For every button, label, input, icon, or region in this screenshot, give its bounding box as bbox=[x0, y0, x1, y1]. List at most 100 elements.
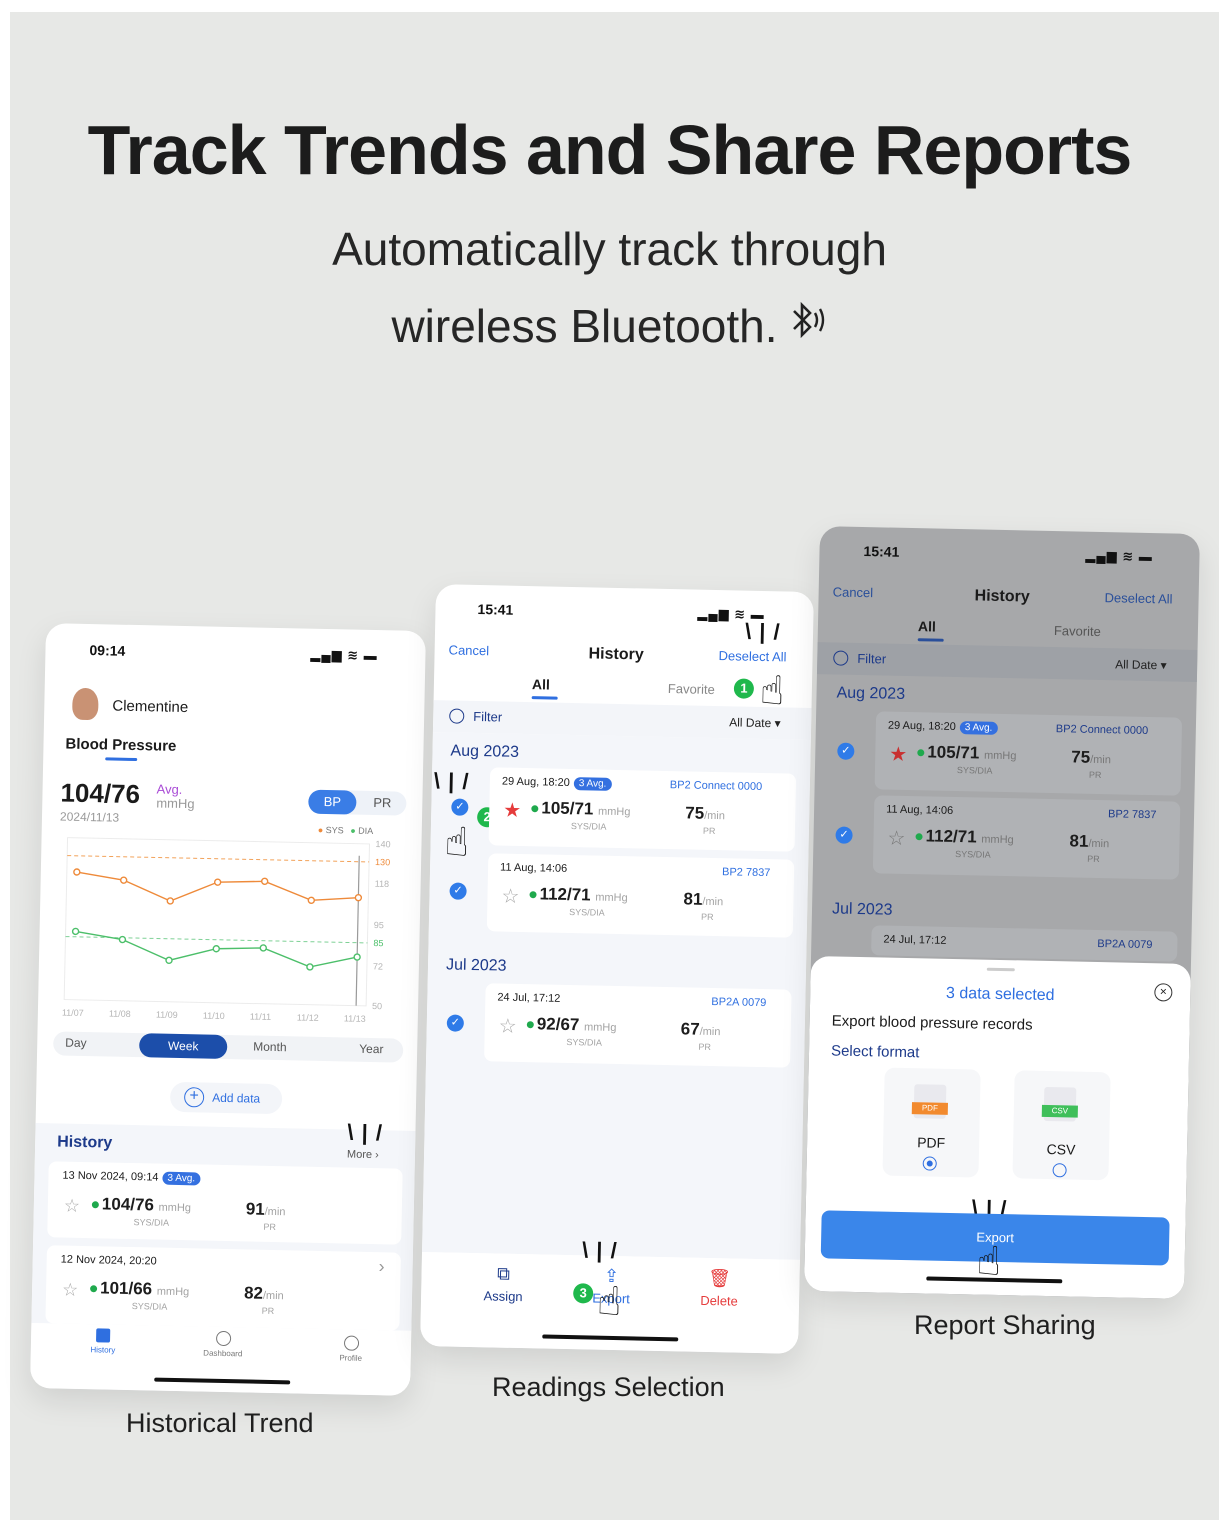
check-icon[interactable]: ✓ bbox=[835, 826, 853, 844]
subtitle-line-1: Automatically track through bbox=[332, 223, 887, 275]
user-name[interactable]: Clementine bbox=[112, 698, 188, 717]
star-filled-icon[interactable]: ★ bbox=[503, 798, 521, 823]
status-icons: ▂▄▆ ≋ ▬ bbox=[310, 646, 378, 664]
reference-line bbox=[67, 855, 370, 863]
add-data-button[interactable]: + Add data bbox=[169, 1081, 283, 1115]
status-time: 09:14 bbox=[89, 642, 126, 659]
range-selector[interactable]: Day Week Month Year bbox=[53, 1031, 404, 1063]
tab-dashboard[interactable]: Dashboard bbox=[193, 1330, 254, 1358]
bp-pr-toggle[interactable]: BP PR bbox=[308, 789, 407, 816]
record-pr: 81/min bbox=[1069, 831, 1110, 851]
record-time: 11 Aug, 14:06 bbox=[499, 861, 568, 875]
export-sheet: 3 data selected × Export blood pressure … bbox=[804, 956, 1191, 1299]
star-outline-icon[interactable]: ☆ bbox=[887, 826, 905, 851]
date-filter-label: All Date bbox=[729, 715, 772, 731]
record-time: 12 Nov 2024, 20:20 bbox=[60, 1253, 157, 1268]
deselect-all-button[interactable]: Deselect All bbox=[1104, 590, 1172, 606]
assign-button[interactable]: ⧉ Assign bbox=[473, 1263, 534, 1305]
tap-hand-icon: ☝ bbox=[759, 668, 785, 714]
cancel-button[interactable]: Cancel bbox=[448, 642, 489, 658]
tab-profile[interactable]: Profile bbox=[331, 1335, 372, 1363]
check-icon[interactable]: ✓ bbox=[837, 742, 855, 760]
reading-record[interactable]: 29 Aug, 18:20 3 Avg. BP2 Connect 0000 ★ 1… bbox=[488, 767, 797, 852]
compass-icon bbox=[215, 1330, 231, 1347]
star-outline-icon[interactable]: ☆ bbox=[64, 1196, 81, 1217]
record-bp-label: SYS/DIA bbox=[131, 1301, 168, 1312]
reading-record[interactable]: 24 Jul, 17:12 BP2A 0079 ☆ 92/67 mmHg SYS… bbox=[484, 983, 792, 1068]
tab-all-underline bbox=[531, 696, 558, 700]
star-outline-icon[interactable]: ☆ bbox=[62, 1280, 79, 1301]
chevron-right-icon[interactable]: › bbox=[378, 1256, 384, 1277]
filter-button[interactable]: Filter bbox=[857, 651, 886, 667]
filter-button[interactable]: Filter bbox=[473, 709, 502, 725]
more-link[interactable]: More › bbox=[347, 1149, 379, 1162]
tab-favorite[interactable]: Favorite bbox=[668, 681, 715, 697]
bp-unit: mmHg bbox=[156, 795, 195, 812]
range-day[interactable]: Day bbox=[65, 1036, 87, 1050]
tap-spark: \ | / bbox=[433, 768, 470, 794]
toggle-pr[interactable]: PR bbox=[358, 791, 406, 816]
assign-label: Assign bbox=[483, 1288, 523, 1305]
date-filter[interactable]: All Date ▾ bbox=[729, 715, 781, 730]
home-indicator bbox=[154, 1377, 291, 1385]
star-outline-icon[interactable]: ☆ bbox=[499, 1014, 517, 1039]
series-line-sys bbox=[76, 871, 359, 902]
filter-icon[interactable] bbox=[833, 650, 849, 666]
tab-favorite[interactable]: Favorite bbox=[1054, 623, 1101, 639]
record-bp-label: SYS/DIA bbox=[956, 765, 993, 776]
x-tick-label: 11/10 bbox=[203, 1010, 225, 1020]
x-tick-label: 11/12 bbox=[297, 1012, 319, 1022]
toggle-bp[interactable]: BP bbox=[308, 789, 357, 815]
format-option-csv[interactable]: CSV CSV bbox=[1012, 1070, 1111, 1181]
selected-count: 3 data selected bbox=[945, 984, 1055, 1005]
tab-history[interactable]: History bbox=[83, 1328, 124, 1355]
avatar[interactable] bbox=[72, 687, 99, 721]
tap-spark: \ | / bbox=[347, 1119, 384, 1146]
range-year[interactable]: Year bbox=[359, 1042, 384, 1057]
screen-title: History bbox=[974, 587, 1030, 606]
y-tick-label: 118 bbox=[375, 879, 390, 889]
history-icon bbox=[96, 1328, 111, 1343]
tab-all[interactable]: All bbox=[532, 676, 550, 692]
range-month[interactable]: Month bbox=[253, 1040, 287, 1055]
csv-radio[interactable] bbox=[1052, 1163, 1067, 1178]
month-heading: Jul 2023 bbox=[445, 956, 507, 975]
history-record[interactable]: 12 Nov 2024, 20:20 › ☆ 101/66 mmHg SYS/D… bbox=[45, 1245, 401, 1331]
record-bp: 101/66 mmHg bbox=[90, 1278, 190, 1300]
reading-record[interactable]: 24 Jul, 17:12 BP2A 0079 bbox=[871, 925, 1178, 962]
star-outline-icon[interactable]: ☆ bbox=[501, 884, 519, 909]
history-record[interactable]: 13 Nov 2024, 09:14 3 Avg. ☆ 104/76 mmHg S… bbox=[47, 1161, 403, 1245]
pdf-radio-selected[interactable] bbox=[922, 1156, 937, 1171]
avg-badge: 3 Avg. bbox=[162, 1171, 201, 1186]
record-bp-label: SYS/DIA bbox=[133, 1217, 170, 1228]
status-time: 15:41 bbox=[477, 601, 514, 618]
caption-readings-selection: Readings Selection bbox=[492, 1372, 725, 1402]
cancel-button[interactable]: Cancel bbox=[833, 584, 874, 600]
filter-icon[interactable] bbox=[449, 708, 465, 724]
delete-button[interactable]: 🗑 Delete bbox=[689, 1268, 750, 1309]
device-name: BP2A 0079 bbox=[711, 995, 767, 1010]
sheet-grabber[interactable] bbox=[986, 967, 1015, 972]
y-tick-label: 140 bbox=[375, 839, 390, 849]
subtitle-line-2: wireless Bluetooth. bbox=[0, 298, 1219, 353]
record-pr-label: PR bbox=[263, 1221, 277, 1233]
range-week[interactable]: Week bbox=[138, 1033, 228, 1059]
reading-date: 2024/11/13 bbox=[59, 809, 120, 825]
format-option-pdf[interactable]: PDF PDF bbox=[882, 1067, 981, 1178]
record-pr: 75/min bbox=[685, 803, 726, 823]
reading-record[interactable]: 11 Aug, 14:06 BP2 7837 ☆ 112/71 mmHg SYS… bbox=[872, 795, 1181, 880]
phone-report-sharing: 15:41 ▂▄▆ ≋ ▬ Cancel History Deselect Al… bbox=[804, 526, 1200, 1299]
deselect-all-button[interactable]: Deselect All bbox=[718, 648, 786, 664]
star-filled-icon[interactable]: ★ bbox=[889, 742, 907, 767]
data-point-sys bbox=[166, 897, 174, 905]
plot-area bbox=[63, 837, 371, 1007]
record-pr-label: PR bbox=[701, 911, 714, 923]
tab-all[interactable]: All bbox=[918, 618, 936, 634]
data-point-sys bbox=[73, 868, 81, 876]
record-bp: 92/67 mmHg bbox=[526, 1014, 617, 1036]
record-time: 24 Jul, 17:12 bbox=[883, 933, 947, 947]
reading-record[interactable]: 29 Aug, 18:20 3 Avg. BP2 Connect 0000 ★ 1… bbox=[874, 711, 1183, 796]
reading-record[interactable]: 11 Aug, 14:06 BP2 7837 ☆ 112/71 mmHg SYS… bbox=[486, 853, 795, 938]
bottom-tab-bar: History Dashboard Profile bbox=[30, 1322, 412, 1396]
date-filter[interactable]: All Date ▾ bbox=[1115, 657, 1167, 672]
